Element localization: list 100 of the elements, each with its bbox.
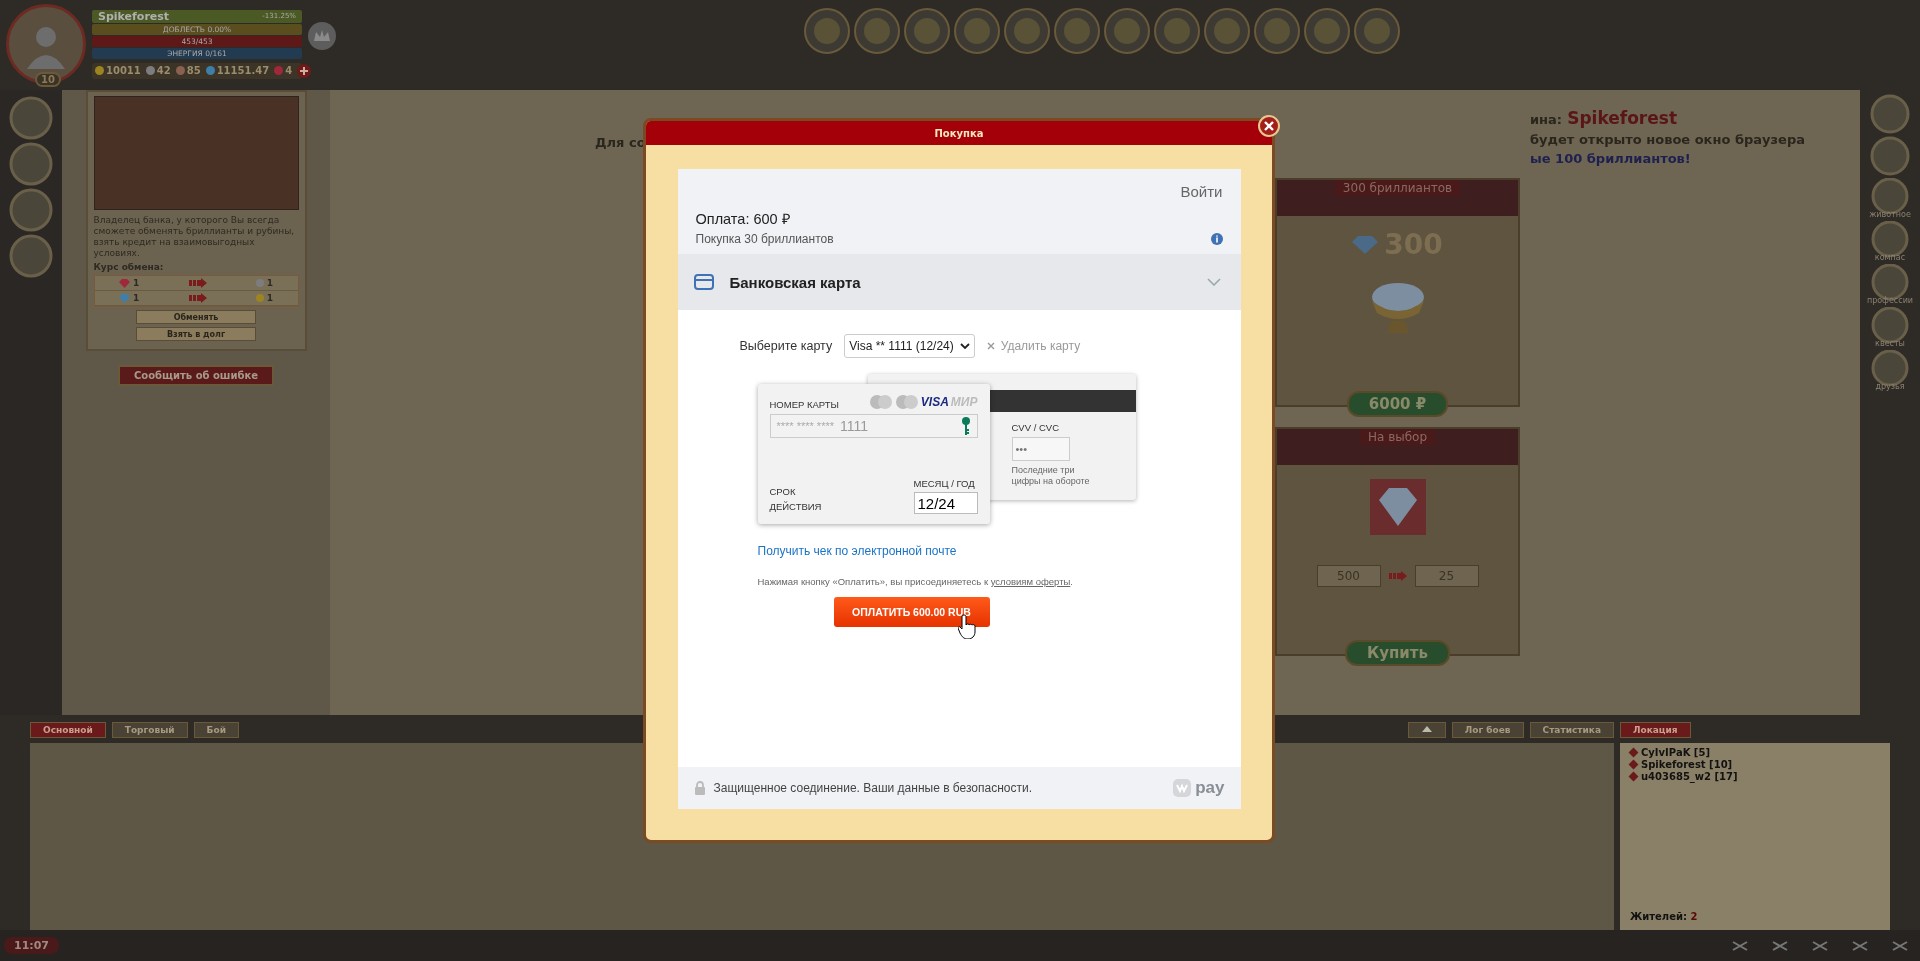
bonus-text: ые 100 бриллиантов!: [1530, 151, 1692, 166]
round-menu-icon[interactable]: [854, 8, 900, 54]
toolbar-icon[interactable]: [1890, 938, 1910, 953]
add-icon[interactable]: [297, 63, 312, 78]
report-button[interactable]: Сообщить об ошибке: [117, 365, 275, 386]
chat-tab[interactable]: Бой: [193, 722, 239, 738]
intro-text: будет открыто новое окно браузера: [1530, 132, 1806, 147]
pay-button[interactable]: ОПЛАТИТЬ 600.00 RUB: [833, 597, 990, 627]
collapse-button[interactable]: [1407, 722, 1446, 738]
chat-tab[interactable]: Торговый: [111, 722, 188, 738]
bank-button[interactable]: Обменять: [136, 310, 256, 324]
round-slot-icon[interactable]: [1870, 136, 1910, 176]
card-select[interactable]: Visa ** 1111 (12/24): [844, 334, 975, 358]
rate-title: Курс обмена:: [93, 262, 165, 272]
rate-amount: 1: [133, 278, 140, 288]
offer-title: На выбор: [1359, 429, 1436, 445]
terms-text: Нажимая кнопку «Оплатить», вы присоединяетесь к условиям оферты.: [757, 576, 1074, 587]
round-menu-icon[interactable]: [1254, 8, 1300, 54]
currency-value: 42: [156, 65, 171, 76]
round-menu-icon[interactable]: [954, 8, 1000, 54]
lock-icon: [693, 781, 706, 795]
rate-amount: 1: [133, 293, 140, 303]
close-icon: [986, 342, 995, 350]
round-menu-icon[interactable]: [1004, 8, 1050, 54]
player-icon: [1628, 771, 1639, 782]
round-menu-icon[interactable]: [1104, 8, 1150, 54]
payment-amount: Оплата: 600 ₽: [695, 210, 791, 228]
month-year-label: МЕСЯЦ / ГОД: [913, 478, 975, 489]
player-icon: [1628, 759, 1639, 770]
circles-logo-icon: [894, 394, 919, 410]
toolbar-icon[interactable]: [1770, 938, 1790, 953]
rate-amount: 1: [266, 278, 273, 288]
brand-logo: VISA: [920, 395, 949, 409]
level-badge: 10: [35, 72, 61, 87]
login-link[interactable]: Войти: [1180, 183, 1223, 200]
diamond-picture: [1369, 479, 1426, 535]
residents-count: 2: [1690, 911, 1698, 922]
round-menu-icon[interactable]: [904, 8, 950, 54]
cvv-field[interactable]: •••: [1011, 437, 1070, 461]
buy-button[interactable]: Купить: [1344, 640, 1451, 666]
round-menu-icon[interactable]: [1354, 8, 1400, 54]
gem-icon: [1352, 235, 1379, 254]
round-menu-icon[interactable]: [1204, 8, 1250, 54]
cvv-label: CVV / CVC: [1011, 422, 1060, 433]
expiry-label: СРОК ДЕЙСТВИЯ: [769, 485, 823, 514]
coin-icon: [145, 66, 155, 75]
brand-logo: pay: [1195, 778, 1225, 798]
logo-icon: [1173, 779, 1192, 797]
delete-card-link[interactable]: Удалить карту: [986, 339, 1081, 353]
secure-note: Защищенное соединение. Ваши данные в безопасности.: [713, 781, 1034, 795]
method-name: Банковская карта: [729, 273, 862, 291]
player-name[interactable]: u403685_w2 [17]: [1641, 771, 1738, 782]
round-slot-icon[interactable]: [9, 142, 53, 186]
card-number-label: НОМЕР КАРТЫ: [769, 399, 839, 410]
arrow-icon: [188, 293, 207, 303]
payment-method-row[interactable]: Банковская карта: [677, 254, 1241, 310]
card-icon: [693, 274, 714, 290]
receipt-link[interactable]: Получить чек по электронной почте: [757, 544, 1241, 558]
currency-value: 10011: [106, 65, 141, 76]
toolbar-icon[interactable]: [1730, 938, 1750, 953]
circles-logo-icon: [868, 394, 893, 410]
toolbar-icon[interactable]: [1850, 938, 1870, 953]
round-slot-icon[interactable]: [9, 234, 53, 278]
player-name[interactable]: Spikeforest [10]: [1641, 759, 1733, 770]
round-slot-icon[interactable]: [9, 188, 53, 232]
location-tab[interactable]: Локация: [1620, 722, 1691, 738]
select-label: Выберите карту: [739, 339, 833, 353]
round-menu-icon[interactable]: [1304, 8, 1350, 54]
bank-button[interactable]: Взять в долг: [136, 327, 256, 341]
rate-amount: 1: [266, 293, 273, 303]
buy-button[interactable]: 6000 ₽: [1346, 391, 1449, 417]
currency-value: 11151.47: [216, 65, 270, 76]
player-name[interactable]: CyIvIPaK [5]: [1641, 747, 1710, 758]
expiry-field[interactable]: 12/24: [913, 492, 978, 514]
round-menu-icon[interactable]: [804, 8, 850, 54]
log-tab[interactable]: Лог боев: [1451, 722, 1524, 738]
dialog-title: Покупка: [646, 121, 1272, 145]
key-icon: [960, 416, 971, 436]
chevron-icon: [1206, 278, 1221, 286]
arrow-icon: [1388, 571, 1407, 581]
currency-value: 4: [285, 65, 293, 76]
coin-icon: [205, 66, 215, 75]
gem-icon: [119, 293, 131, 303]
chat-tab[interactable]: Основной: [30, 722, 106, 738]
round-menu-icon[interactable]: [1154, 8, 1200, 54]
round-menu-icon[interactable]: [1054, 8, 1100, 54]
card-number-field[interactable]: **** **** **** 1111: [769, 414, 978, 438]
close-icon[interactable]: [1258, 115, 1280, 137]
round-slot-icon[interactable]: [1870, 94, 1910, 134]
crown-icon[interactable]: [308, 22, 336, 50]
log-tab[interactable]: Статистика: [1529, 722, 1614, 738]
residents-label: Жителей:: [1630, 911, 1687, 922]
player-name: Spikeforest: [1567, 108, 1677, 128]
info-icon[interactable]: [1210, 233, 1223, 245]
cvv-hint: Последние три цифры на обороте: [1011, 465, 1091, 486]
coin-icon: [95, 66, 104, 75]
toolbar-icon[interactable]: [1810, 938, 1830, 953]
clock-badge: 11:07: [4, 937, 59, 954]
round-slot-icon[interactable]: [9, 96, 53, 140]
triangle-icon: [1420, 725, 1433, 733]
